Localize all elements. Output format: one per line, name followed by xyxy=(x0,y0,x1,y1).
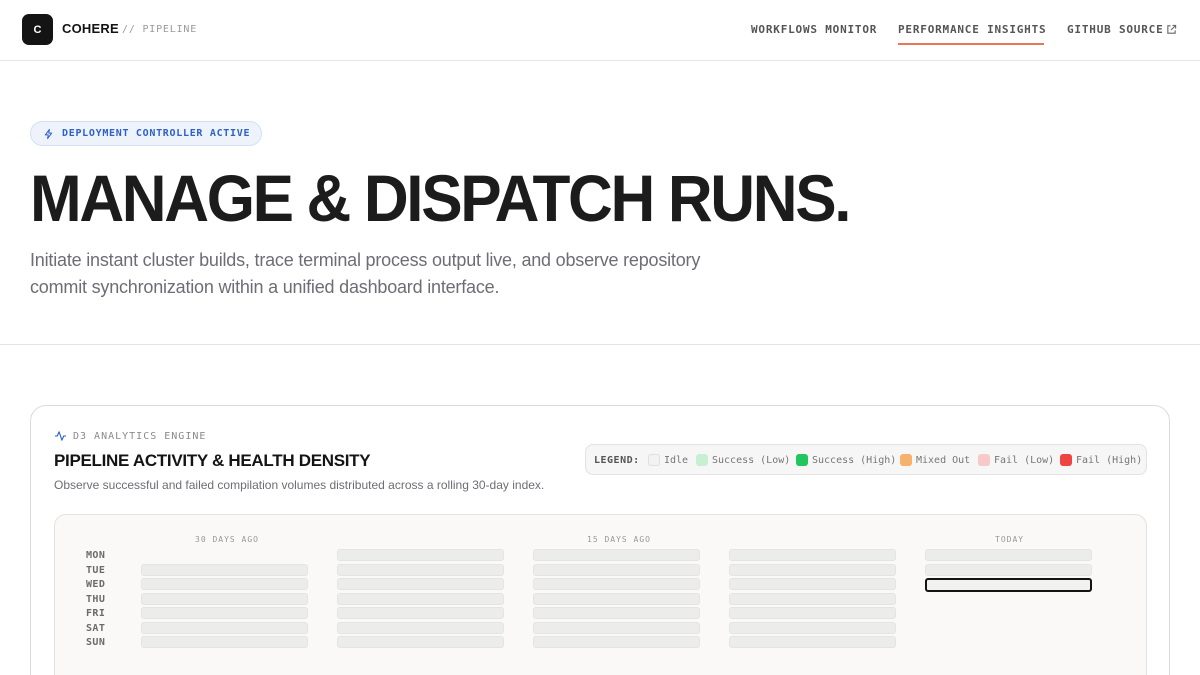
heatmap-cell[interactable] xyxy=(141,564,308,576)
card-eyebrow: D3 ANALYTICS ENGINE xyxy=(73,431,207,442)
logo-mark[interactable]: C xyxy=(22,14,53,45)
legend-item-label: Success (Low) xyxy=(712,455,791,466)
heatmap-cell[interactable] xyxy=(533,593,700,605)
heatmap-cell[interactable] xyxy=(925,549,1092,561)
heatmap-cell[interactable] xyxy=(337,549,504,561)
legend-item-label: Idle xyxy=(664,455,689,466)
page-subtitle-line-2: commit synchronization within a unified … xyxy=(30,277,500,297)
day-label-sun: SUN xyxy=(86,637,106,648)
status-badge: DEPLOYMENT CONTROLLER ACTIVE xyxy=(30,121,262,146)
heatmap-cell[interactable] xyxy=(533,564,700,576)
period-label-15-days-ago: 15 DAYS AGO xyxy=(587,535,651,544)
heatmap-cell[interactable] xyxy=(729,607,896,619)
heatmap-cell[interactable] xyxy=(533,607,700,619)
nav-performance-insights[interactable]: PERFORMANCE INSIGHTS xyxy=(898,23,1046,36)
period-label-today: TODAY xyxy=(995,535,1025,544)
legend-item-label: Fail (Low) xyxy=(994,455,1055,466)
heatmap-panel: 30 DAYS AGO 15 DAYS AGO TODAY MON TUE WE… xyxy=(54,514,1147,675)
nav-github-source[interactable]: GITHUB SOURCE xyxy=(1067,23,1164,36)
legend-swatch xyxy=(648,454,660,466)
legend-swatch xyxy=(696,454,708,466)
heatmap-cell[interactable] xyxy=(337,607,504,619)
activity-heatmap-card: D3 ANALYTICS ENGINE PIPELINE ACTIVITY & … xyxy=(30,405,1170,675)
page-subtitle-line-1: Initiate instant cluster builds, trace t… xyxy=(30,250,701,270)
brand-name[interactable]: COHERE xyxy=(62,21,119,36)
heatmap-cell[interactable] xyxy=(337,636,504,648)
heatmap-cell[interactable] xyxy=(337,593,504,605)
day-label-wed: WED xyxy=(86,579,106,590)
heatmap-cell[interactable] xyxy=(533,549,700,561)
external-link-icon[interactable] xyxy=(1166,24,1177,35)
top-navigation-bar: C COHERE // PIPELINE WORKFLOWS MONITOR P… xyxy=(0,0,1200,61)
card-title: PIPELINE ACTIVITY & HEALTH DENSITY xyxy=(54,451,371,470)
heatmap-cell[interactable] xyxy=(729,549,896,561)
heatmap-cell[interactable] xyxy=(729,636,896,648)
legend-label: LEGEND: xyxy=(594,455,640,466)
legend-swatch xyxy=(978,454,990,466)
active-nav-indicator xyxy=(898,43,1044,45)
heatmap-cell[interactable] xyxy=(729,593,896,605)
heatmap-legend: LEGEND: Idle Success (Low) Success (High… xyxy=(585,444,1147,475)
heatmap-cell[interactable] xyxy=(729,564,896,576)
legend-swatch xyxy=(1060,454,1072,466)
section-divider xyxy=(0,344,1200,345)
heatmap-cell[interactable] xyxy=(337,564,504,576)
heatmap-cell[interactable] xyxy=(729,578,896,590)
heatmap-cell[interactable] xyxy=(729,622,896,634)
page-title: MANAGE & DISPATCH RUNS. xyxy=(30,161,851,235)
day-label-thu: THU xyxy=(86,594,106,605)
heatmap-cell[interactable] xyxy=(141,578,308,590)
page-subtitle: Initiate instant cluster builds, trace t… xyxy=(30,247,730,301)
legend-swatch xyxy=(900,454,912,466)
heatmap-cell[interactable] xyxy=(533,622,700,634)
heatmap-cell[interactable] xyxy=(337,622,504,634)
activity-icon xyxy=(54,431,67,441)
day-label-sat: SAT xyxy=(86,623,106,634)
day-label-tue: TUE xyxy=(86,565,106,576)
heatmap-cell[interactable] xyxy=(533,578,700,590)
brand-subtitle: // PIPELINE xyxy=(122,24,198,35)
bolt-icon xyxy=(44,128,53,140)
heatmap-cell[interactable] xyxy=(141,622,308,634)
heatmap-cell[interactable] xyxy=(141,593,308,605)
heatmap-cell[interactable] xyxy=(533,636,700,648)
logo-letter: C xyxy=(33,23,42,36)
heatmap-cell-selected[interactable] xyxy=(925,578,1092,592)
day-label-mon: MON xyxy=(86,550,106,561)
heatmap-cell[interactable] xyxy=(141,636,308,648)
legend-item-label: Fail (High) xyxy=(1076,455,1143,466)
status-badge-label: DEPLOYMENT CONTROLLER ACTIVE xyxy=(62,128,251,139)
nav-workflows-monitor[interactable]: WORKFLOWS MONITOR xyxy=(751,23,877,36)
legend-swatch xyxy=(796,454,808,466)
heatmap-cell[interactable] xyxy=(141,607,308,619)
card-subtitle: Observe successful and failed compilatio… xyxy=(54,478,545,492)
heatmap-cell[interactable] xyxy=(925,564,1092,576)
period-label-30-days-ago: 30 DAYS AGO xyxy=(195,535,259,544)
legend-item-label: Success (High) xyxy=(812,455,897,466)
legend-item-label: Mixed Out xyxy=(916,455,971,466)
heatmap-cell[interactable] xyxy=(337,578,504,590)
day-label-fri: FRI xyxy=(86,608,106,619)
